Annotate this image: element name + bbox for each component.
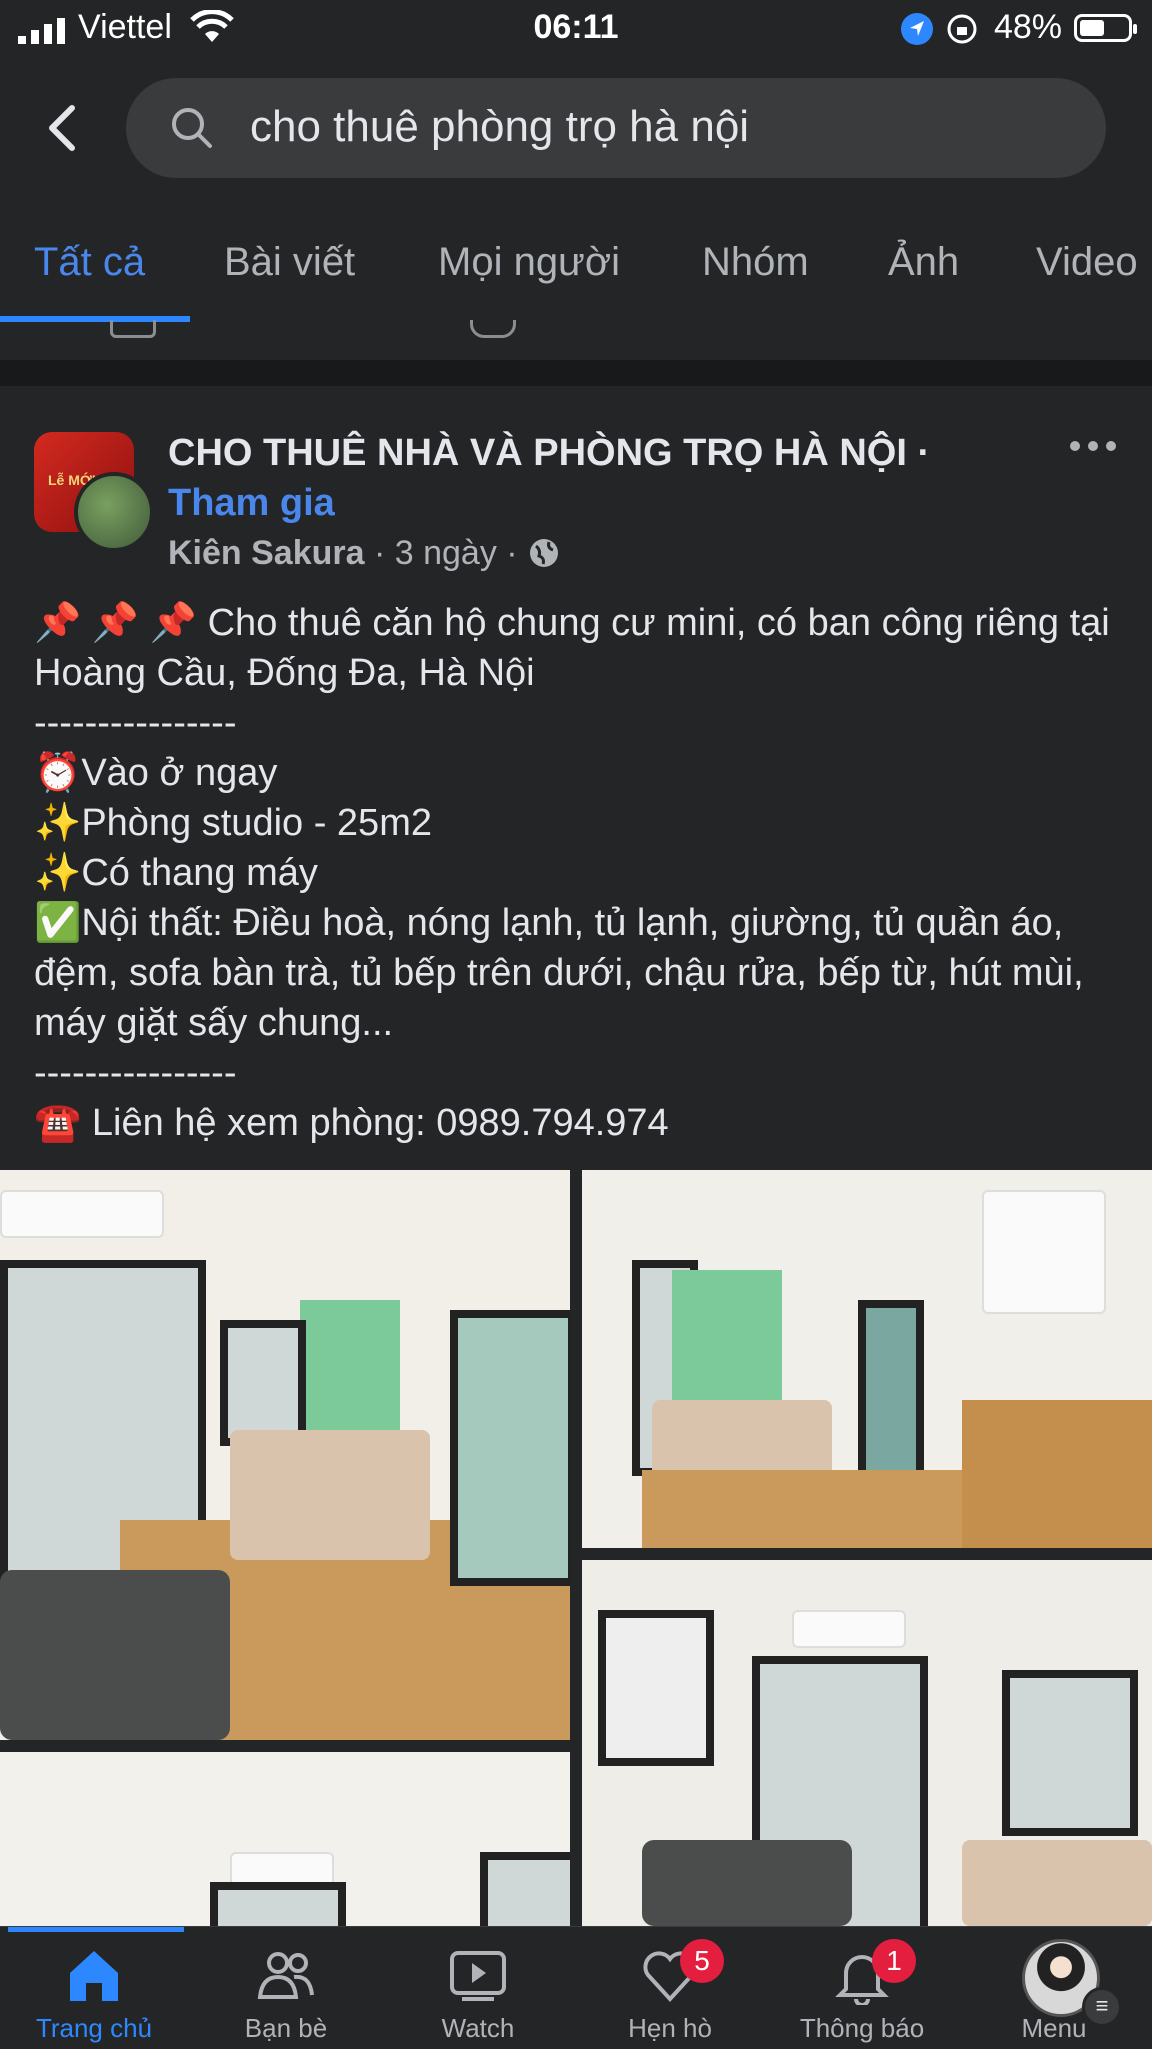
tab-people[interactable]: Mọi người [438,240,620,285]
search-header: cho thuê phòng trọ hà nội [0,70,1152,186]
nav-dating[interactable]: 5 Hẹn hò [580,1927,760,2049]
post-line: ✅Nội thất: Điều hoà, nóng lạnh, tủ lạnh,… [34,902,1095,1044]
clock: 06:11 [533,8,619,46]
tab-photos[interactable]: Ảnh [888,240,959,285]
status-bar: Viettel 06:11 48% [0,0,1152,60]
post-line: ✨Có thang máy [34,852,318,894]
nav-label: Thông báo [799,2013,925,2043]
tab-videos[interactable]: Video [1036,240,1138,285]
post-photo[interactable] [582,1170,1152,1548]
friends-icon [257,1952,314,1999]
nav-watch[interactable]: Watch [388,1927,568,2049]
search-input[interactable]: cho thuê phòng trọ hà nội [126,78,1106,178]
nav-label: Menu [1021,2013,1087,2043]
nav-home[interactable]: Trang chủ [4,1927,184,2049]
nav-label: Watch [441,2013,515,2043]
group-name-link[interactable]: CHO THUÊ NHÀ VÀ PHÒNG TRỌ HÀ NỘI · [168,432,930,475]
dating-badge: 5 [680,1939,724,1983]
search-query: cho thuê phòng trọ hà nội [250,102,750,151]
tab-all[interactable]: Tất cả [34,240,145,285]
post-line: ✨Phòng studio - 25m2 [34,802,432,844]
tab-posts[interactable]: Bài viết [224,240,355,285]
notifications-badge: 1 [872,1939,916,1983]
watch-icon [450,1951,506,2001]
nav-friends[interactable]: Bạn bè [196,1927,376,2049]
post-line: ⏰Vào ở ngay [34,752,278,794]
join-group-link[interactable]: Tham gia [168,482,335,525]
post-line: 📌 📌 📌 Cho thuê căn hộ chung cư mini, có … [34,602,1121,694]
post-text: 📌 📌 📌 Cho thuê căn hộ chung cư mini, có … [34,598,1124,1148]
back-arrow-icon[interactable] [36,100,92,156]
nav-label: Hẹn hò [628,2013,712,2043]
post-photo[interactable] [582,1560,1152,1926]
search-icon [172,108,212,148]
scrolled-action-bar [0,320,1152,340]
bottom-tab-bar: Trang chủ Bạn bè Watch 5 Hẹn hò 1 Thông … [0,1926,1152,2049]
battery-icon [1074,14,1137,42]
more-options-icon[interactable] [1066,438,1126,468]
post-line: ---------------- [34,1052,237,1094]
location-icon [901,13,933,45]
post-line: ---------------- [34,702,237,744]
author-avatar[interactable] [74,472,154,552]
rotation-lock-icon [947,14,977,44]
home-icon [70,1951,118,2001]
nav-menu[interactable]: ≡ Menu [964,1927,1144,2049]
post-header: Lễ MỚI CHO THUÊ NHÀ VÀ PHÒNG TRỌ HÀ NỘI … [0,386,1152,586]
author-name[interactable]: Kiên Sakura [168,534,365,572]
post-meta: Kiên Sakura · 3 ngày · [168,534,561,573]
post-photo-grid [0,1170,1152,1926]
post-photo[interactable] [0,1752,570,1926]
nav-label: Trang chủ [35,2013,153,2043]
nav-label: Bạn bè [244,2013,328,2043]
tab-groups[interactable]: Nhóm [702,240,809,285]
post-photo[interactable] [0,1170,570,1740]
globe-icon [530,539,559,567]
nav-notifications[interactable]: 1 Thông báo [772,1927,952,2049]
feed-divider [0,360,1152,386]
post-time[interactable]: · 3 ngày · [374,534,518,572]
search-filter-tabs: Tất cả Bài viết Mọi người Nhóm Ảnh Video [0,220,1152,324]
battery-percent: 48% [993,8,1062,46]
post-line[interactable]: ☎️ Liên hệ xem phòng: 0989.794.974 [34,1098,1124,1148]
